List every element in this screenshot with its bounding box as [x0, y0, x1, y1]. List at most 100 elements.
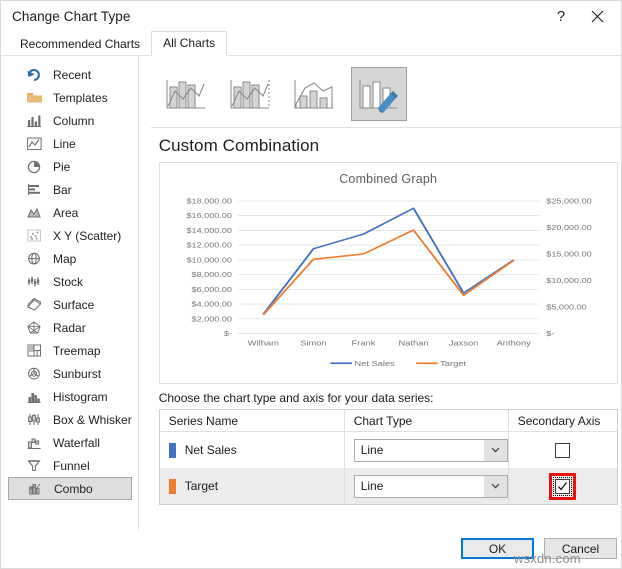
sidebar-item-templates[interactable]: Templates	[8, 86, 132, 109]
svg-text:Net Sales: Net Sales	[354, 359, 394, 368]
treemap-icon	[24, 342, 44, 360]
svg-text:$10,000.00: $10,000.00	[546, 277, 592, 285]
thumbnail-stacked-area-clustered-column[interactable]	[287, 67, 343, 121]
thumbnail-clustered-column-line-on-secondary-axis[interactable]	[223, 67, 279, 121]
chart-type-dropdown[interactable]: Line	[353, 438, 508, 462]
secondary-axis-cell	[509, 432, 617, 468]
sidebar-item-area[interactable]: Area	[8, 201, 132, 224]
svg-text:$18,000.00: $18,000.00	[186, 197, 232, 205]
chevron-down-icon[interactable]	[483, 475, 507, 497]
line-chart-icon	[24, 135, 44, 153]
secondary-axis-checkbox[interactable]	[555, 442, 571, 458]
sidebar-item-funnel[interactable]: Funnel	[8, 454, 132, 477]
sidebar-item-label: X Y (Scatter)	[53, 228, 122, 243]
svg-text:$20,000.00: $20,000.00	[546, 224, 592, 232]
svg-text:$6,000.00: $6,000.00	[191, 286, 232, 294]
header-series-name: Series Name	[160, 410, 345, 431]
chart-preview[interactable]: Combined Graph $- $2,000.00 $4,000.00 $6,00…	[158, 162, 618, 384]
chart-type-value: Line	[360, 443, 384, 457]
tab-all-charts[interactable]: All Charts	[151, 31, 228, 56]
scatter-chart-icon	[24, 227, 44, 245]
map-globe-icon	[24, 250, 44, 268]
svg-text:$10,000.00: $10,000.00	[186, 256, 232, 264]
radar-chart-icon	[24, 319, 44, 337]
sidebar-item-label: Bar	[53, 182, 72, 197]
svg-text:Jaxson: Jaxson	[449, 338, 479, 347]
box-whisker-icon	[24, 411, 44, 429]
sidebar-item-combo[interactable]: Combo	[8, 477, 132, 500]
table-header-row: Series Name Chart Type Secondary Axis	[159, 410, 617, 432]
sidebar-item-waterfall[interactable]: Waterfall	[8, 431, 132, 454]
secondary-axis-checkbox[interactable]	[553, 476, 573, 496]
sidebar-item-label: Map	[53, 251, 77, 266]
pie-chart-icon	[24, 158, 44, 176]
change-chart-type-dialog: Change Chart Type ? Recommended Charts A…	[0, 0, 622, 569]
header-chart-type: Chart Type	[345, 410, 509, 431]
sidebar-item-map[interactable]: Map	[8, 247, 132, 270]
subtype-heading: Custom Combination	[158, 136, 320, 155]
sidebar-item-line[interactable]: Line	[8, 132, 132, 155]
svg-text:$4,000.00: $4,000.00	[191, 301, 232, 309]
column-chart-icon	[24, 112, 44, 130]
series-name-cell: Net Sales	[160, 432, 345, 468]
svg-text:Wilham: Wilham	[247, 338, 278, 347]
svg-text:Nathan: Nathan	[398, 338, 428, 347]
thumbnail-custom-combination[interactable]	[350, 66, 407, 121]
svg-text:$25,000.00: $25,000.00	[546, 197, 592, 205]
svg-text:$16,000.00: $16,000.00	[186, 212, 232, 220]
sidebar-item-label: Combo	[54, 481, 93, 496]
svg-text:$8,000.00: $8,000.00	[191, 271, 232, 279]
sidebar-item-bar[interactable]: Bar	[8, 178, 132, 201]
histogram-icon	[24, 388, 44, 406]
chart-svg: $- $2,000.00 $4,000.00 $6,000.00 $8,000.00 $1…	[186, 197, 592, 368]
chart-type-value: Line	[360, 479, 384, 493]
sidebar-item-label: Area	[53, 205, 79, 220]
sunburst-icon	[24, 365, 44, 383]
sidebar-item-histogram[interactable]: Histogram	[8, 385, 132, 408]
series-name-label: Net Sales	[184, 443, 237, 457]
table-row: Target Line	[159, 468, 617, 504]
stock-chart-icon	[24, 273, 44, 291]
chart-title: Combined Graph	[339, 172, 438, 186]
sidebar-item-recent[interactable]: Recent	[8, 63, 132, 86]
thumbnail-clustered-column-line[interactable]	[159, 67, 215, 121]
sidebar-item-label: Column	[53, 113, 95, 128]
svg-text:Simon: Simon	[300, 338, 327, 347]
surface-chart-icon	[24, 296, 44, 314]
chart-type-dropdown[interactable]: Line	[353, 474, 508, 498]
tab-recommended-charts[interactable]: Recommended Charts	[9, 32, 151, 56]
series-name-label: Target	[184, 479, 219, 493]
series-color-swatch	[168, 478, 176, 494]
help-icon[interactable]: ?	[543, 2, 579, 30]
waterfall-icon	[24, 434, 44, 452]
sidebar-item-box-whisker[interactable]: Box & Whisker	[8, 408, 132, 431]
svg-text:$2,000.00: $2,000.00	[191, 315, 232, 323]
chevron-down-icon[interactable]	[483, 439, 507, 461]
sidebar-item-radar[interactable]: Radar	[8, 316, 132, 339]
series-table: Series Name Chart Type Secondary Axis Ne…	[158, 409, 618, 505]
table-row: Net Sales Line	[160, 432, 617, 468]
highlight-annotation	[549, 472, 577, 500]
sidebar-item-pie[interactable]: Pie	[8, 155, 132, 178]
header-secondary-axis: Secondary Axis	[517, 413, 601, 428]
sidebar-item-sunburst[interactable]: Sunburst	[8, 362, 132, 385]
svg-text:$-: $-	[546, 330, 554, 338]
close-icon[interactable]	[579, 2, 615, 30]
sidebar-item-label: Box & Whisker	[53, 412, 132, 427]
sidebar-item-label: Line	[53, 136, 76, 151]
svg-text:$12,000.00: $12,000.00	[186, 242, 232, 250]
series-color-swatch	[168, 442, 176, 458]
chart-preview-pane: Custom Combination Combined Graph $- $2,0…	[139, 56, 622, 530]
sidebar-item-label: Funnel	[53, 458, 90, 473]
svg-text:$5,000.00: $5,000.00	[546, 303, 587, 311]
combo-chart-icon	[25, 480, 45, 498]
chart-plot-area: $- $2,000.00 $4,000.00 $6,000.00 $8,000.00 $1…	[160, 193, 617, 383]
sidebar-item-x-y-scatter[interactable]: X Y (Scatter)	[8, 224, 132, 247]
sidebar-item-treemap[interactable]: Treemap	[8, 339, 132, 362]
sidebar-item-surface[interactable]: Surface	[8, 293, 132, 316]
series-table-instruction: Choose the chart type and axis for your …	[158, 391, 434, 405]
sidebar-item-stock[interactable]: Stock	[8, 270, 132, 293]
chart-category-list: Recent Templates Column Line Pie Bar Area X Y (…	[1, 56, 139, 530]
sidebar-item-column[interactable]: Column	[8, 109, 132, 132]
sidebar-item-label: Histogram	[53, 389, 108, 404]
